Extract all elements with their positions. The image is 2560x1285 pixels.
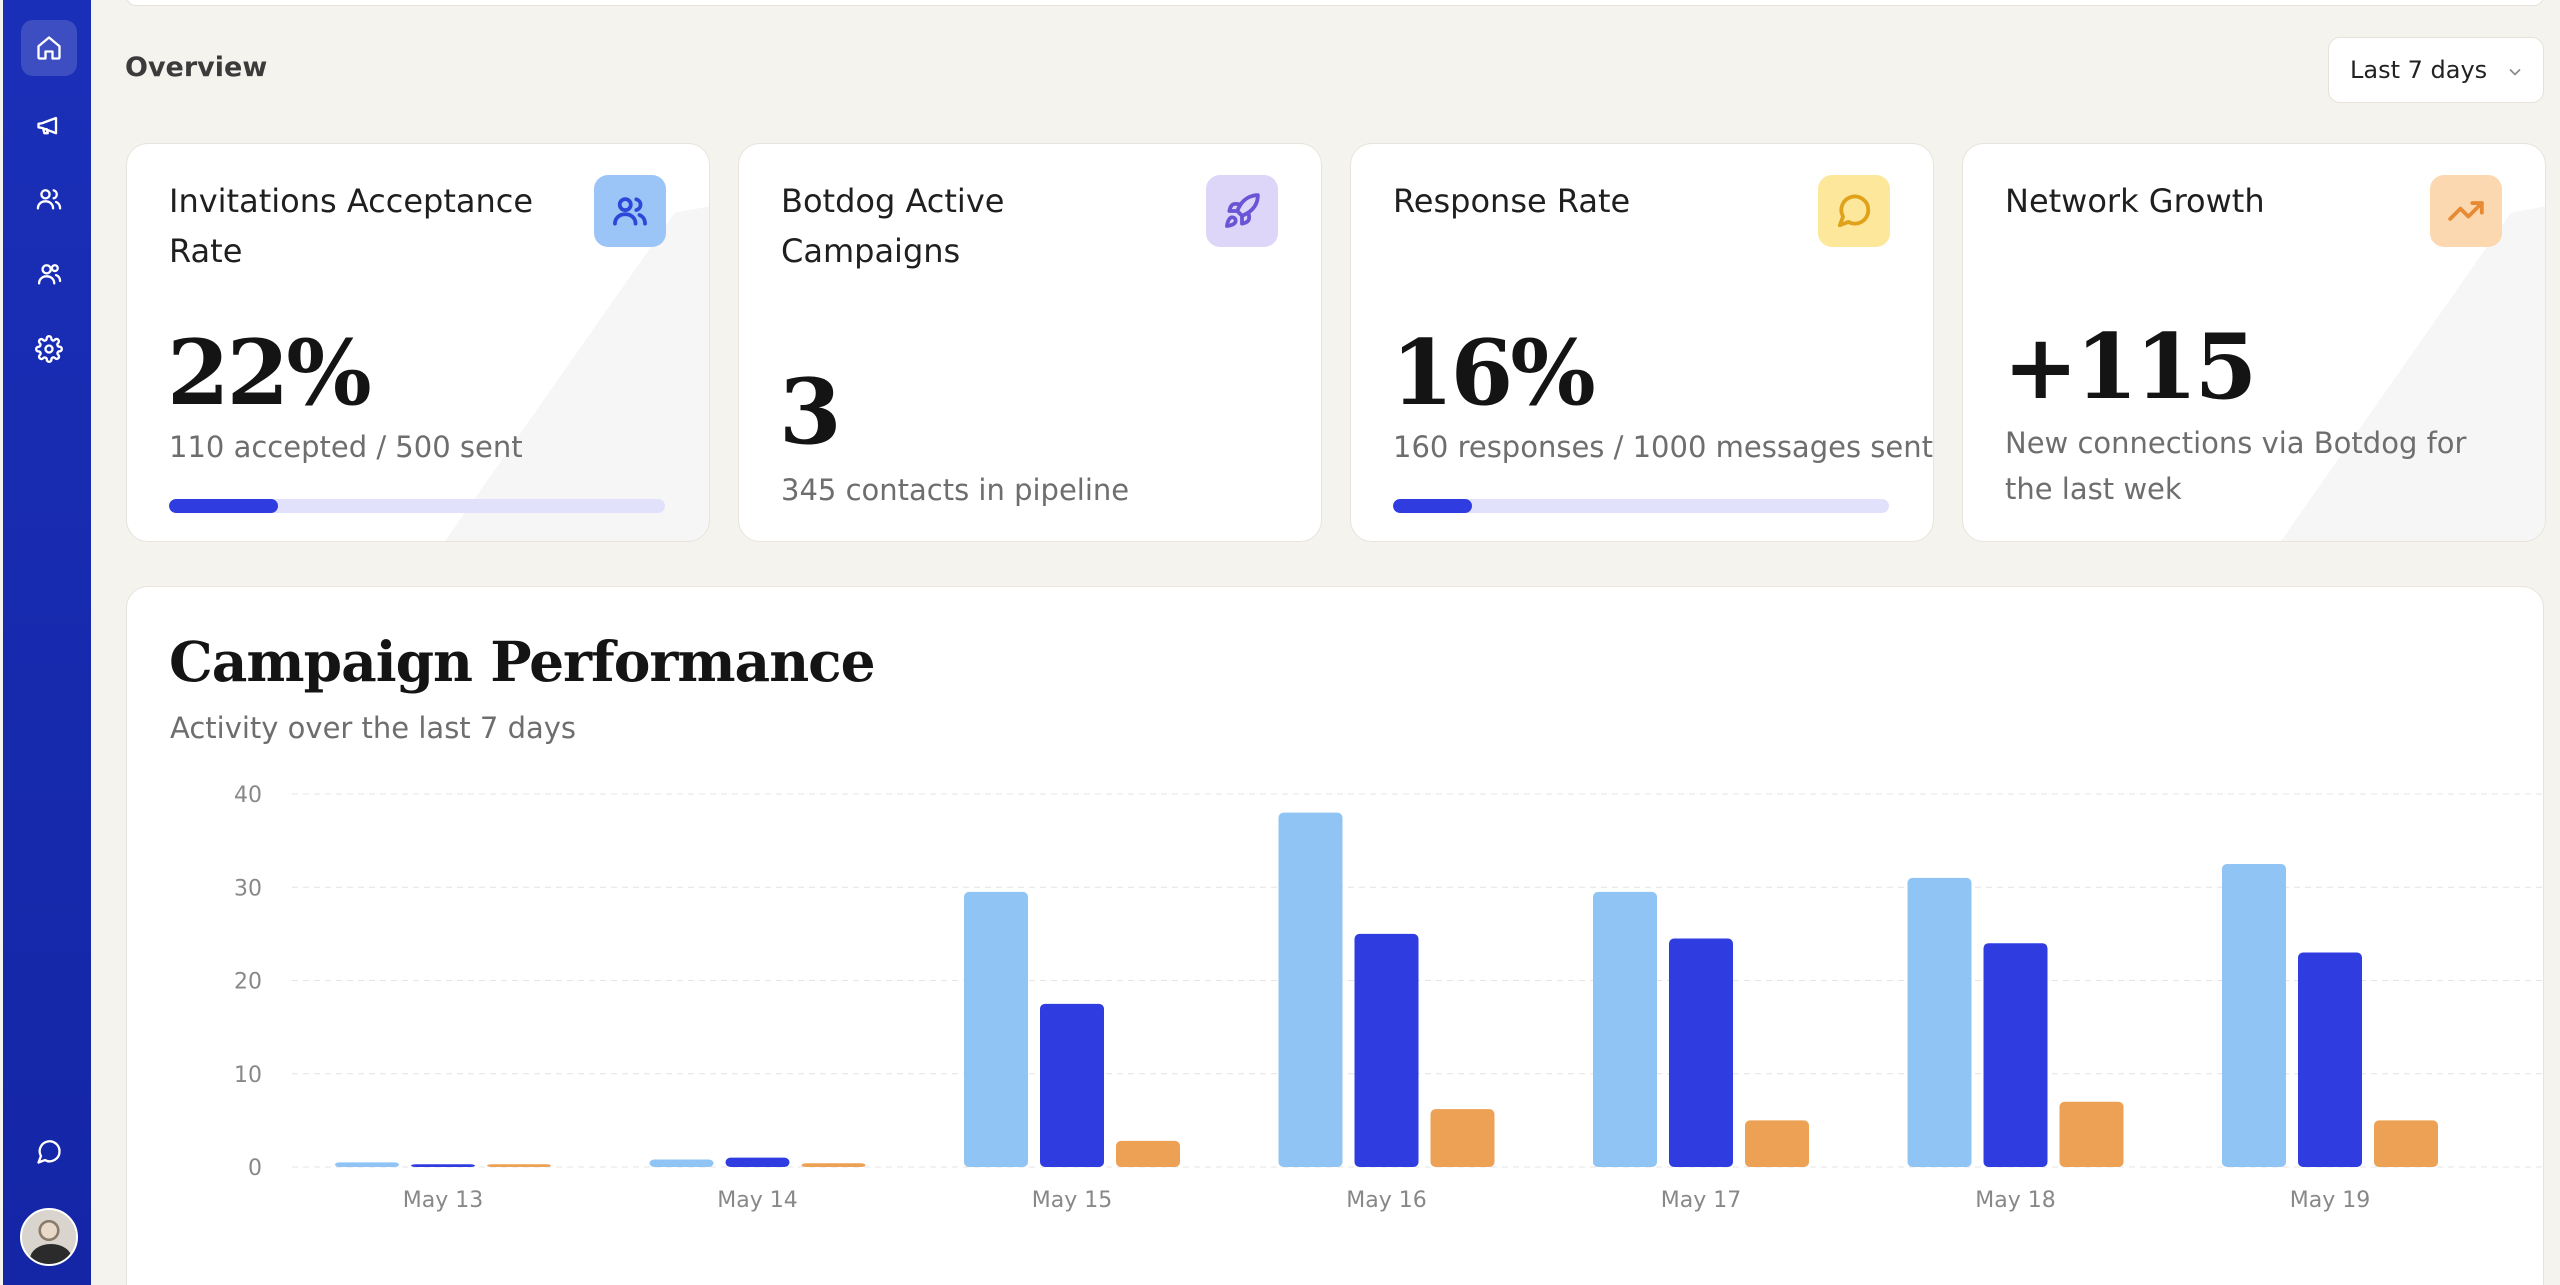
campaign-performance-card: Campaign Performance Activity over the l… [126,586,2544,1285]
stat-title: Response Rate [1393,182,1631,220]
bar [335,1162,399,1167]
overview-title: Overview [125,52,268,83]
x-tick-label: May 14 [717,1188,797,1213]
bar [1907,877,1972,1167]
bar [2059,1101,2124,1167]
bar [1745,1120,1809,1167]
y-tick-label: 30 [234,876,262,901]
bar [649,1159,714,1167]
trending-up-icon [2430,175,2502,247]
stat-card-network-growth: Network Growth +115 New connections via … [1962,143,2546,542]
message-circle-icon [1818,175,1890,247]
contacts-icon [37,264,62,285]
megaphone-icon [37,116,58,135]
progress-bar [1393,499,1889,513]
stat-title: Botdog Active Campaigns [781,182,1005,270]
date-range-value: Last 7 days [2350,56,2488,84]
bar [1116,1140,1180,1167]
sidebar [3,0,91,1285]
chevron-down-icon [2505,60,2525,80]
top-panel [126,0,2544,6]
home-icon [37,36,61,60]
stat-value: 22% [167,320,372,426]
sidebar-item-chat[interactable] [21,1124,77,1180]
sidebar-item-home[interactable] [21,20,77,76]
stat-value: +115 [2003,314,2257,420]
date-range-select[interactable]: Last 7 days [2328,37,2544,103]
bar [1354,933,1419,1167]
stat-card-response-rate: Response Rate 16% 160 responses / 1000 m… [1350,143,1934,542]
sidebar-item-contacts[interactable] [21,246,77,302]
chat-icon [37,1140,61,1164]
bar [2374,1120,2438,1167]
bar [1983,943,2048,1167]
gear-icon [35,335,63,363]
bar [801,1163,866,1167]
stat-title: Network Growth [2005,182,2265,220]
progress-fill [169,499,279,513]
rocket-icon [1206,175,1278,247]
bar [411,1164,475,1167]
stat-card-invitations: Invitations Acceptance Rate 22% 110 acce… [126,143,710,542]
progress-bar [169,499,665,513]
bar-chart: 0 10 20 30 40 May 13 May 14 May 15 May 16 May 17 M… [234,783,2543,1213]
bar [1669,938,1733,1167]
bar [1593,891,1657,1167]
bar [487,1164,551,1167]
avatar[interactable] [20,1208,78,1266]
bar [1278,812,1343,1167]
sidebar-item-settings[interactable] [21,321,77,377]
y-tick-label: 20 [234,970,262,995]
stat-subtext: 160 responses / 1000 messages sent [1393,430,1933,464]
x-tick-label: May 16 [1346,1188,1426,1213]
stat-title: Invitations Acceptance Rate [169,182,534,270]
stat-value: 3 [779,359,842,465]
stat-subtext: New connections via Botdog for the last … [2005,426,2467,506]
stat-subtext: 345 contacts in pipeline [781,473,1130,507]
bar [964,891,1028,1167]
y-tick-label: 40 [234,783,262,808]
y-tick-label: 0 [248,1156,262,1181]
stat-card-campaigns: Botdog Active Campaigns 3 345 contacts i… [738,143,1322,542]
bar [2298,952,2362,1167]
bar [1430,1109,1495,1167]
progress-fill [1393,499,1473,513]
x-tick-label: May 15 [1032,1188,1112,1213]
x-tick-label: May 17 [1661,1188,1741,1213]
x-tick-label: May 19 [2290,1188,2370,1213]
x-tick-label: May 18 [1975,1188,2055,1213]
stat-subtext: 110 accepted / 500 sent [169,430,523,464]
sidebar-item-users[interactable] [21,171,77,227]
y-tick-label: 10 [234,1063,262,1088]
users-icon [36,189,62,210]
bar [725,1157,790,1167]
stat-value: 16% [1391,320,1596,426]
bar [1040,1003,1104,1167]
bar [2222,863,2286,1167]
users-icon [594,175,666,247]
sidebar-item-campaigns[interactable] [21,97,77,153]
x-tick-label: May 13 [403,1188,483,1213]
